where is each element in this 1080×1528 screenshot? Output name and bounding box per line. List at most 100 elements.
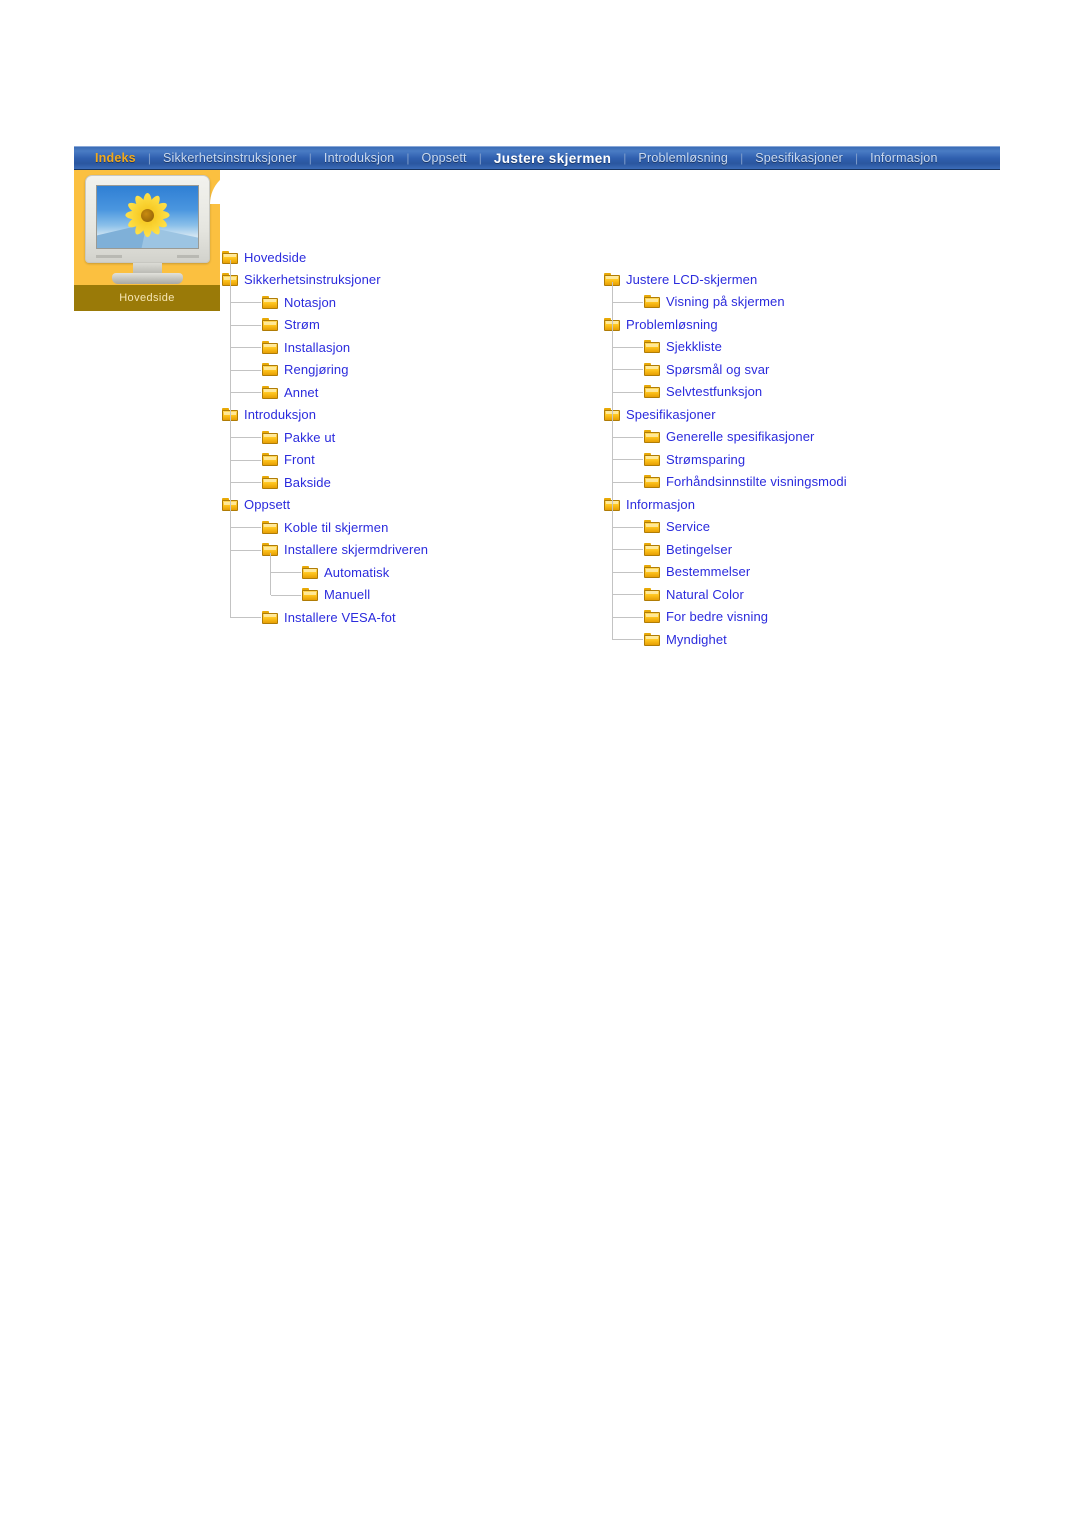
folder-icon [644, 452, 660, 466]
sitemap-link-label: Sikkerhetsinstruksjoner [244, 272, 381, 288]
sitemap-link-label: Koble til skjermen [284, 519, 389, 535]
folder-icon [644, 610, 660, 624]
sitemap-link[interactable]: For bedre visning [604, 606, 1004, 629]
sitemap-link[interactable]: Oppsett [222, 494, 582, 517]
tree-trunk-line [612, 282, 613, 640]
folder-icon [644, 587, 660, 601]
sitemap-link[interactable]: Rengjøring [222, 359, 582, 382]
sitemap-link[interactable]: Visning på skjermen [604, 291, 1004, 314]
tree-elbow-line [231, 549, 261, 551]
folder-icon [644, 385, 660, 399]
sitemap-link[interactable]: Introduksjon [222, 404, 582, 427]
sitemap-link-label: Bestemmelser [666, 564, 751, 580]
sitemap-link-label: Automatisk [324, 564, 390, 580]
sitemap-link[interactable]: Front [222, 449, 582, 472]
sitemap-link-label: Informasjon [626, 496, 696, 512]
folder-icon [644, 362, 660, 376]
sitemap-link[interactable]: Installere skjermdriveren [222, 539, 582, 562]
sitemap-link[interactable]: Forhåndsinnstilte visningsmodi [604, 471, 1004, 494]
sitemap-link-label: Manuell [324, 587, 371, 603]
sitemap-link-label: Strømsparing [666, 451, 746, 467]
tree-elbow-line [231, 369, 261, 371]
folder-icon [302, 588, 318, 602]
folder-icon [644, 430, 660, 444]
sitemap-link[interactable]: Spesifikasjoner [604, 403, 1004, 426]
tree-elbow-line [231, 459, 261, 461]
folder-icon [302, 565, 318, 579]
sitemap-link[interactable]: Betingelser [604, 538, 1004, 561]
folder-icon [644, 340, 660, 354]
sitemap-link-label: Bakside [284, 474, 331, 490]
sitemap-link[interactable]: Problemløsning [604, 313, 1004, 336]
sitemap-link[interactable]: Spørsmål og svar [604, 358, 1004, 381]
tree-elbow-line [231, 347, 261, 348]
sitemap-link-label: Annet [284, 384, 319, 400]
sitemap-link[interactable]: Sikkerhetsinstruksjoner [222, 269, 582, 292]
tree-elbow-line [613, 549, 643, 550]
tree-elbow-line [231, 527, 261, 528]
tree-elbow-line [271, 572, 301, 573]
folder-icon [262, 385, 278, 399]
sitemap-link[interactable]: Strømsparing [604, 448, 1004, 471]
sitemap-link[interactable]: Myndighet [604, 628, 1004, 651]
folder-icon [262, 318, 278, 332]
tree-elbow-line [231, 392, 261, 393]
sitemap-link[interactable]: Koble til skjermen [222, 516, 582, 539]
sitemap-link[interactable]: Installasjon [222, 336, 582, 359]
sitemap-link-label: Visning på skjermen [666, 294, 785, 310]
sitemap-tree: Hovedside Sikkerhetsinstruksjoner Notasjon… [0, 0, 1080, 1528]
sitemap-link-label: Introduksjon [244, 407, 317, 423]
sitemap-link-label: Spesifikasjoner [626, 406, 716, 422]
sitemap-link-label: Myndighet [666, 631, 727, 647]
sitemap-link[interactable]: Bakside [222, 471, 582, 494]
tree-elbow-line [613, 346, 643, 348]
folder-icon [262, 363, 278, 377]
tree-trunk-line [270, 552, 271, 595]
sitemap-link[interactable]: Informasjon [604, 493, 1004, 516]
sitemap-link-label: Oppsett [244, 497, 291, 513]
tree-elbow-line [231, 302, 261, 303]
tree-elbow-line [231, 617, 261, 618]
sitemap-link-label: Spørsmål og svar [666, 361, 770, 377]
tree-elbow-line [231, 482, 261, 483]
sitemap-link[interactable]: Generelle spesifikasjoner [604, 426, 1004, 449]
sitemap-link[interactable]: Notasjon [222, 291, 582, 314]
sitemap-link-label: Rengjøring [284, 362, 349, 378]
sitemap-link[interactable]: Bestemmelser [604, 561, 1004, 584]
folder-icon [262, 520, 278, 534]
sitemap-link-label: For bedre visning [666, 609, 769, 625]
sitemap-link-label: Hovedside [244, 249, 307, 265]
folder-icon [262, 430, 278, 444]
sitemap-link-label: Problemløsning [626, 316, 718, 332]
tree-elbow-line [613, 436, 643, 438]
folder-icon [262, 610, 278, 624]
sitemap-link-label: Natural Color [666, 586, 744, 602]
folder-icon [644, 565, 660, 579]
folder-icon [644, 520, 660, 534]
tree-elbow-line [613, 616, 643, 618]
tree-elbow-line [613, 571, 643, 573]
sitemap-link[interactable]: Strøm [222, 314, 582, 337]
sitemap-link-label: Installere skjermdriveren [284, 542, 429, 558]
sitemap-link-label: Strøm [284, 317, 320, 333]
folder-icon [262, 295, 278, 309]
tree-elbow-line [613, 526, 643, 528]
sitemap-link[interactable]: Service [604, 516, 1004, 539]
tree-elbow-line [613, 301, 643, 303]
tree-elbow-line [231, 324, 261, 326]
sitemap-column-right: Justere LCD-skjermen Visning på skjermen P… [604, 268, 1004, 651]
sitemap-link[interactable]: Pakke ut [222, 426, 582, 449]
sitemap-link[interactable]: Installere VESA-fot [222, 606, 582, 629]
sitemap-link[interactable]: Selvtestfunksjon [604, 381, 1004, 404]
tree-elbow-line [613, 391, 643, 393]
folder-icon [262, 453, 278, 467]
sitemap-link[interactable]: Natural Color [604, 583, 1004, 606]
sitemap-link[interactable]: Justere LCD-skjermen [604, 268, 1004, 291]
sitemap-link[interactable]: Sjekkliste [604, 336, 1004, 359]
sitemap-link[interactable]: Hovedside [222, 246, 582, 269]
tree-elbow-line [613, 594, 643, 595]
sitemap-link-label: Generelle spesifikasjoner [666, 429, 815, 445]
sitemap-link-label: Front [284, 452, 315, 468]
sitemap-link[interactable]: Annet [222, 381, 582, 404]
folder-icon [644, 475, 660, 489]
